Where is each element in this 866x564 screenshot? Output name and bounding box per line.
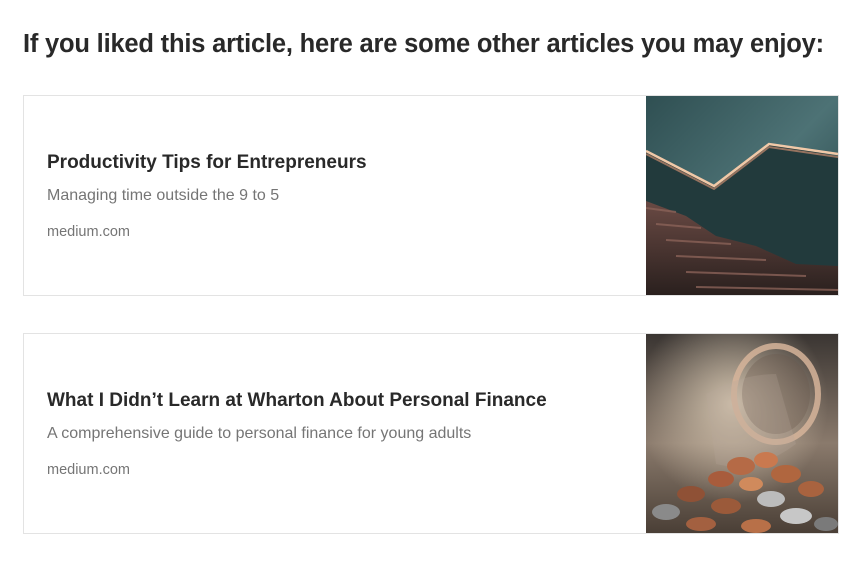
staircase-image[interactable]: [646, 96, 838, 295]
article-title[interactable]: What I Didn’t Learn at Wharton About Per…: [47, 389, 646, 413]
article-domain: medium.com: [47, 462, 130, 479]
coin-jar-image[interactable]: [646, 334, 838, 533]
article-title[interactable]: Productivity Tips for Entrepreneurs: [47, 151, 646, 175]
article-card-text: What I Didn’t Learn at Wharton About Per…: [24, 334, 646, 533]
article-card-wharton[interactable]: What I Didn’t Learn at Wharton About Per…: [23, 333, 839, 534]
article-card-productivity[interactable]: Productivity Tips for Entrepreneurs Mana…: [23, 95, 839, 296]
section-heading: If you liked this article, here are some…: [23, 30, 824, 58]
article-subtitle: Managing time outside the 9 to 5: [47, 187, 280, 205]
article-domain: medium.com: [47, 224, 130, 241]
article-card-text: Productivity Tips for Entrepreneurs Mana…: [24, 96, 646, 295]
article-subtitle: A comprehensive guide to personal financ…: [47, 425, 472, 443]
